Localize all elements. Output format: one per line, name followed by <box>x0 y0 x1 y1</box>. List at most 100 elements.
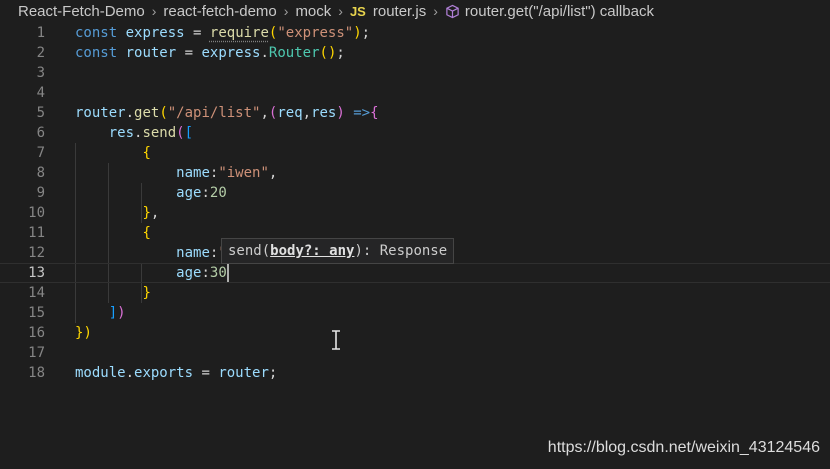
code-line[interactable]: 7 { <box>0 143 830 163</box>
code-text: module.exports = router; <box>75 363 277 383</box>
code-token: res <box>311 105 337 121</box>
code-token: , <box>150 205 160 221</box>
code-token: } <box>142 285 151 301</box>
line-number: 4 <box>36 85 45 101</box>
breadcrumb-item-folder[interactable]: mock <box>295 3 331 20</box>
code-line[interactable]: 1 const express = require("express"); <box>0 23 830 43</box>
code-token: { <box>370 105 379 121</box>
line-number: 16 <box>28 325 45 341</box>
code-token: ) <box>117 305 126 321</box>
code-line[interactable]: 3 <box>0 63 830 83</box>
code-line[interactable]: 6 res.send([ <box>0 123 830 143</box>
code-token: = <box>193 365 219 381</box>
code-line[interactable]: 18 module.exports = router; <box>0 363 830 383</box>
code-line[interactable]: 9 age:20 <box>0 183 830 203</box>
code-line[interactable]: 16}) <box>0 323 830 343</box>
code-token: express <box>125 25 185 41</box>
line-number: 5 <box>36 105 45 121</box>
chevron-right-icon: › <box>433 3 438 19</box>
code-token: . <box>125 105 135 121</box>
code-line[interactable]: 10 }, <box>0 203 830 223</box>
code-line[interactable]: 14 } <box>0 283 830 303</box>
code-token: res <box>108 125 135 141</box>
code-token: ( <box>176 125 185 141</box>
code-token: "/api/list" <box>167 105 261 121</box>
code-token: ] <box>108 305 118 321</box>
breadcrumb-item-workspace[interactable]: React-Fetch-Demo <box>18 3 145 20</box>
breadcrumb-item-symbol[interactable]: router.get("/api/list") callback <box>445 3 654 20</box>
breadcrumb-symbol-name: router.get("/api/list") callback <box>464 2 654 20</box>
code-token: , <box>260 105 269 121</box>
line-number: 6 <box>36 125 45 141</box>
code-token: const <box>75 45 118 61</box>
code-line[interactable]: 13 age:30 <box>0 263 830 283</box>
line-number: 10 <box>28 205 45 221</box>
code-line[interactable]: 15 ]) <box>0 303 830 323</box>
code-token: send <box>142 125 177 141</box>
code-token: [ <box>184 125 194 141</box>
code-token: , <box>302 105 312 121</box>
code-token: exports <box>134 365 194 381</box>
line-number: 18 <box>28 365 45 381</box>
code-text: age:20 <box>75 183 227 203</box>
watermark-url: https://blog.csdn.net/weixin_43124546 <box>547 439 820 456</box>
code-text: router.get("/api/list",(req,res) =>{ <box>75 103 379 123</box>
code-token: ) <box>353 25 362 41</box>
code-token: => <box>353 105 371 121</box>
code-text: }, <box>75 203 159 223</box>
code-token: age <box>176 185 202 201</box>
code-token: : <box>201 185 210 201</box>
code-text: { <box>75 223 151 243</box>
breadcrumb-item-project[interactable]: react-fetch-demo <box>163 3 276 20</box>
chevron-right-icon: › <box>283 3 289 19</box>
code-text: res.send([ <box>75 123 193 143</box>
code-token: require <box>209 25 269 41</box>
code-token: ( <box>319 45 328 61</box>
code-token: 20 <box>209 185 227 201</box>
code-line[interactable]: 5 router.get("/api/list",(req,res) =>{ <box>0 103 830 123</box>
code-token: = <box>176 45 202 61</box>
code-line[interactable]: 2 const router = express.Router(); <box>0 43 830 63</box>
signature-active-parameter: body?: any <box>270 243 355 259</box>
code-editor[interactable]: 1 const express = require("express"); 2 con… <box>0 23 830 413</box>
code-token: . <box>260 45 269 61</box>
line-number: 12 <box>28 245 45 261</box>
signature-help-tooltip: send(body?: any): Response <box>221 238 455 264</box>
code-token: . <box>125 365 135 381</box>
code-token: "iwen" <box>218 165 269 181</box>
line-number: 14 <box>28 285 45 301</box>
code-token: module <box>75 365 126 381</box>
code-token: { <box>142 145 151 161</box>
code-text: const router = express.Router(); <box>75 43 345 63</box>
line-number: 9 <box>36 185 45 201</box>
code-token: name <box>176 165 210 181</box>
code-text: name:" <box>75 243 227 263</box>
line-number: 3 <box>36 65 45 81</box>
breadcrumb-item-file[interactable]: JS router.js <box>350 3 426 20</box>
code-line[interactable]: 17 <box>0 343 830 363</box>
code-line[interactable]: 8 name:"iwen", <box>0 163 830 183</box>
code-text: name:"iwen", <box>75 163 277 183</box>
line-number: 1 <box>36 25 45 41</box>
code-text: } <box>75 283 151 303</box>
code-token: age <box>176 265 202 281</box>
code-token: { <box>142 225 151 241</box>
code-token: ) <box>83 325 92 341</box>
line-number: 17 <box>28 345 45 361</box>
breadcrumb-file-name: router.js <box>372 2 427 20</box>
line-number: 11 <box>28 225 45 241</box>
code-line[interactable]: 4 <box>0 83 830 103</box>
code-token: ; <box>268 365 278 381</box>
text-cursor-icon <box>332 330 340 350</box>
line-number: 15 <box>28 305 45 321</box>
chevron-right-icon: › <box>151 3 157 19</box>
line-number: 2 <box>36 45 45 61</box>
code-token: get <box>134 105 160 121</box>
